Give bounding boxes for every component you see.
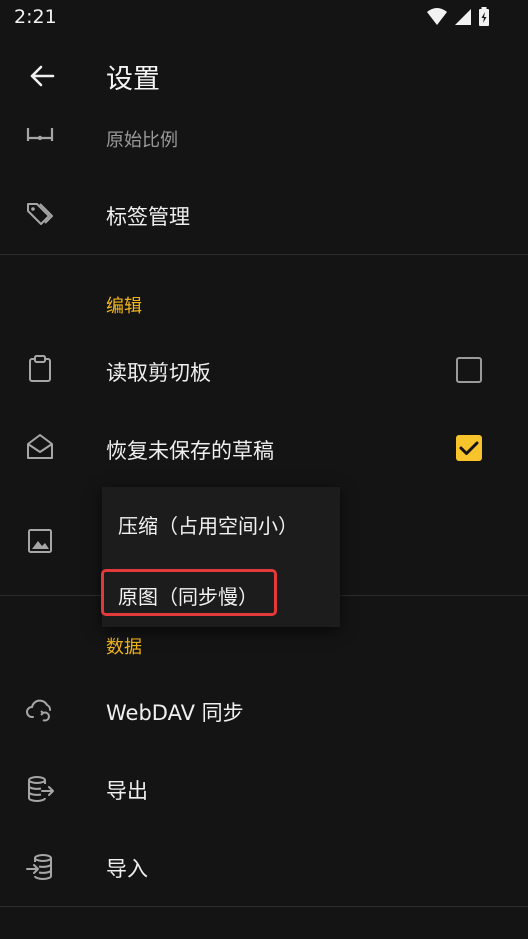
app-bar: 设置 xyxy=(0,36,528,116)
signal-icon xyxy=(455,9,471,25)
import-label: 导入 xyxy=(106,857,148,881)
battery-icon xyxy=(479,7,489,26)
cloud-sync-icon xyxy=(26,699,51,722)
status-time: 2:21 xyxy=(14,6,57,28)
tag-management-row[interactable]: 标签管理 xyxy=(0,180,528,250)
checkmark-icon xyxy=(459,441,479,455)
status-bar: 2:21 xyxy=(0,0,528,36)
section-header-edit: 编辑 xyxy=(106,296,142,317)
image-icon xyxy=(28,529,52,553)
read-clipboard-row[interactable]: 读取剪切板 xyxy=(0,335,528,407)
restore-drafts-checkbox[interactable] xyxy=(456,435,482,461)
section-header-data: 数据 xyxy=(106,637,142,658)
webdav-sync-label: WebDAV 同步 xyxy=(106,701,244,725)
envelope-open-icon xyxy=(27,434,53,459)
aspect-ratio-icon xyxy=(26,128,54,141)
database-import-icon xyxy=(26,854,52,880)
tag-icon xyxy=(27,203,53,225)
tag-management-label: 标签管理 xyxy=(106,205,190,229)
restore-drafts-row[interactable]: 恢复未保存的草稿 xyxy=(0,413,528,485)
read-clipboard-checkbox[interactable] xyxy=(456,357,482,383)
read-clipboard-label: 读取剪切板 xyxy=(106,361,211,385)
export-label: 导出 xyxy=(106,779,148,803)
webdav-sync-row[interactable]: WebDAV 同步 xyxy=(0,675,528,747)
status-icons xyxy=(426,7,490,27)
back-arrow-icon[interactable] xyxy=(24,58,60,94)
wifi-icon xyxy=(427,8,447,25)
divider xyxy=(0,906,528,907)
divider xyxy=(0,254,528,255)
export-row[interactable]: 导出 xyxy=(0,753,528,825)
page-title: 设置 xyxy=(106,64,160,95)
popup-option-compressed[interactable]: 压缩（占用空间小） xyxy=(118,510,298,539)
clipboard-icon xyxy=(29,355,51,382)
restore-drafts-label: 恢复未保存的草稿 xyxy=(106,439,274,463)
aspect-ratio-value: 原始比例 xyxy=(106,130,178,151)
database-export-icon xyxy=(28,776,54,802)
import-row[interactable]: 导入 xyxy=(0,831,528,903)
selection-highlight xyxy=(101,569,277,616)
